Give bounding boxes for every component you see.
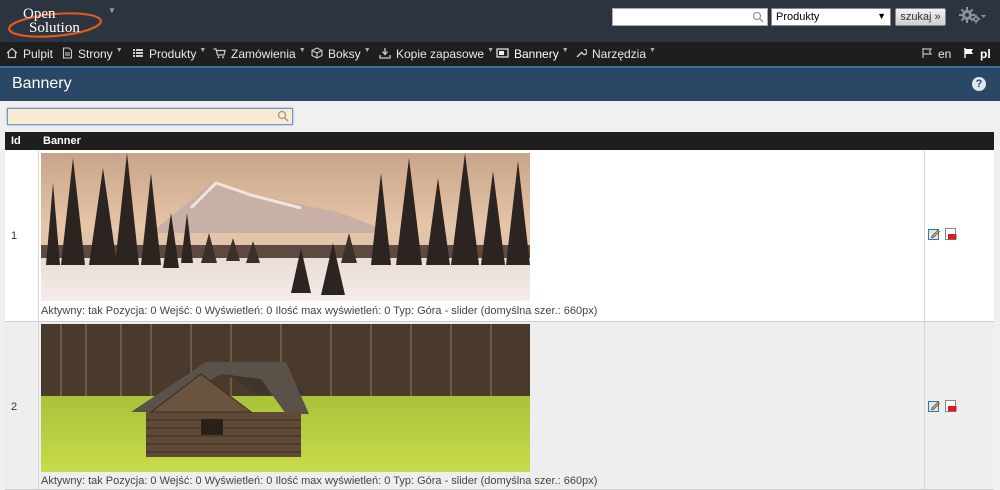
dropdown-arrow-icon: ▼: [877, 11, 886, 21]
help-icon[interactable]: ?: [972, 77, 986, 91]
flag-icon: [963, 43, 975, 67]
chevron-down-icon: ▼: [199, 47, 207, 54]
logo-line2: Solution: [29, 20, 80, 36]
row-actions: [928, 400, 959, 415]
open-solution-logo[interactable]: Open Solution: [5, 3, 105, 39]
nav-label: Kopie zapasowe: [396, 47, 485, 61]
winter-forest-banner-image[interactable]: [41, 153, 530, 301]
nav-item-strony[interactable]: Strony ▼: [62, 42, 123, 66]
nav-label: Bannery: [514, 47, 559, 61]
nav-label: Narzędzia: [592, 47, 647, 61]
filter-input[interactable]: [7, 108, 293, 125]
main-navigation: Pulpit Strony ▼ Produkty ▼ Zamówienia ▼ Bok…: [0, 42, 1000, 68]
page-icon: [62, 43, 73, 67]
delete-icon[interactable]: [945, 400, 957, 412]
banner-icon: [496, 43, 509, 67]
cart-icon: [213, 43, 226, 67]
chevron-down-icon: ▼: [298, 47, 306, 54]
column-header-id[interactable]: Id: [11, 132, 21, 150]
language-label: en: [938, 47, 952, 61]
banner-meta: Aktywny: tak Pozycja: 0 Wejść: 0 Wyświet…: [41, 305, 598, 317]
row-id: 2: [11, 401, 18, 413]
search-button[interactable]: szukaj »: [895, 8, 946, 26]
list-icon: [132, 43, 144, 67]
search-scope-value: Produkty: [776, 11, 820, 23]
chevron-down-icon: ▼: [487, 47, 494, 54]
cube-icon: [311, 43, 323, 67]
edit-icon[interactable]: [928, 228, 940, 240]
download-icon: [379, 43, 391, 67]
wrench-icon: [575, 43, 588, 67]
nav-item-boksy[interactable]: Boksy ▼: [311, 42, 371, 66]
nav-label: Zamówienia: [231, 47, 296, 61]
row-id: 1: [11, 230, 18, 242]
banners-table: Id Banner 1 Aktywny: tak Pozycja: 0 Wejś…: [5, 132, 994, 490]
nav-item-produkty[interactable]: Produkty ▼: [132, 42, 206, 66]
nav-label: Pulpit: [23, 47, 54, 61]
table-header: Id Banner: [5, 132, 994, 150]
page-title: Bannery: [12, 75, 72, 92]
nav-label: Produkty: [149, 47, 197, 61]
table-row[interactable]: 2 Aktywny: tak Pozycja: 0 Wejść: 0 Wyświ…: [5, 322, 994, 490]
banner-meta: Aktywny: tak Pozycja: 0 Wejść: 0 Wyświet…: [41, 475, 598, 487]
delete-icon[interactable]: [945, 228, 957, 240]
search-scope-select[interactable]: Produkty ▼: [771, 8, 891, 26]
search-input[interactable]: [612, 8, 768, 26]
nav-item-kopie-zapasowe[interactable]: Kopie zapasowe ▼: [379, 42, 494, 66]
nav-item-bannery[interactable]: Bannery ▼: [496, 42, 569, 66]
chevron-down-icon: ▼: [561, 47, 569, 54]
language-label: pl: [980, 47, 991, 61]
column-header-banner[interactable]: Banner: [43, 132, 81, 150]
nav-label: Strony: [78, 47, 113, 61]
chevron-down-icon: ▼: [649, 47, 656, 54]
search-icon: [752, 11, 764, 26]
row-actions: [928, 228, 959, 243]
language-pl[interactable]: pl: [963, 42, 991, 66]
nav-item-zamowienia[interactable]: Zamówienia ▼: [213, 42, 306, 66]
search-icon: [277, 110, 289, 125]
chevron-down-icon: ▼: [115, 47, 123, 54]
chevron-down-icon: ▼: [363, 47, 371, 54]
nav-label: Boksy: [328, 47, 361, 61]
settings-gear-icon[interactable]: [958, 6, 988, 29]
nav-item-pulpit[interactable]: Pulpit: [6, 42, 53, 66]
wooden-cabin-meadow-banner-image[interactable]: [41, 324, 530, 472]
nav-item-narzedzia[interactable]: Narzędzia ▼: [575, 42, 656, 66]
table-row[interactable]: 1 Aktywny: tak Pozycja: 0 Wejść: 0 Wyświ…: [5, 150, 994, 322]
page-header: Bannery ?: [0, 68, 1000, 101]
edit-icon[interactable]: [928, 400, 940, 412]
logo-menu-caret-icon[interactable]: ▼: [108, 6, 116, 15]
top-header: Open Solution ▼ Produkty ▼ szukaj »: [0, 0, 1000, 42]
language-en[interactable]: en: [921, 42, 951, 66]
flag-icon: [921, 43, 933, 67]
home-icon: [6, 43, 18, 67]
